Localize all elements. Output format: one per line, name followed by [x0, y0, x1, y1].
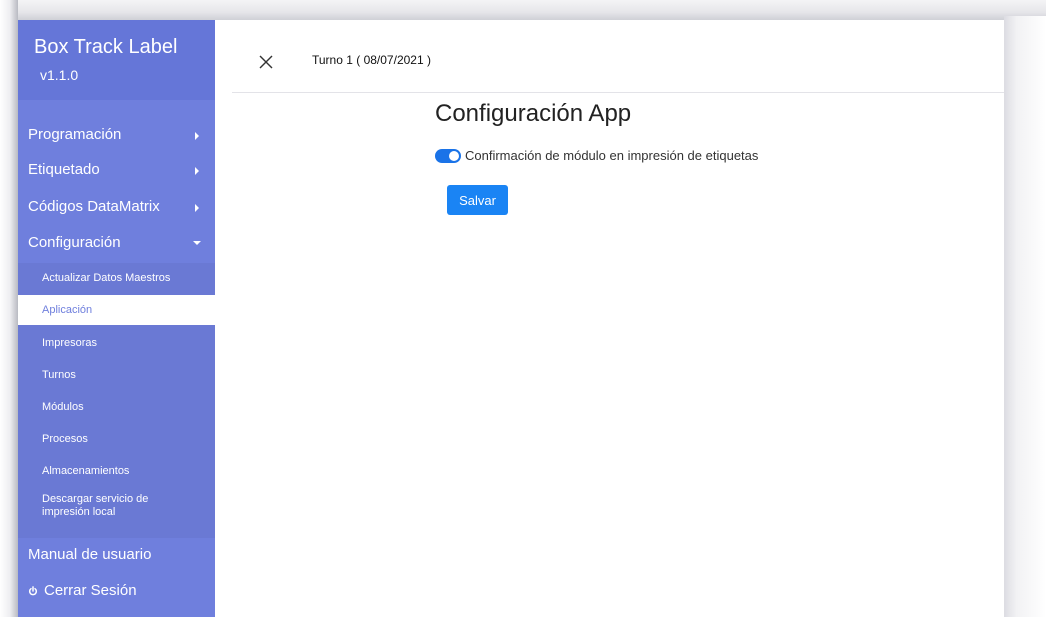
caret-right-icon: [195, 167, 199, 175]
sidebar-item-programacion[interactable]: Programación: [18, 118, 215, 152]
sidebar-item-logout[interactable]: Cerrar Sesión: [18, 574, 215, 608]
sidebar-item-label: Cerrar Sesión: [44, 582, 137, 599]
caret-right-icon: [195, 204, 199, 212]
submenu-item-descargar-servicio[interactable]: Descargar servicio de impresión local: [18, 490, 215, 530]
app-version: v1.1.0: [40, 67, 79, 83]
submenu-item-label: Actualizar Datos Maestros: [42, 272, 171, 284]
submenu-item-modulos[interactable]: Módulos: [18, 392, 215, 422]
submenu-item-actualizar-datos-maestros[interactable]: Actualizar Datos Maestros: [18, 263, 215, 293]
caret-right-icon: [195, 132, 199, 140]
main-content: Turno 1 ( 08/07/2021 ) Configuración App…: [215, 20, 1004, 617]
submenu-item-label-line2: impresión local: [42, 506, 116, 518]
sidebar-item-label: Códigos DataMatrix: [28, 198, 160, 215]
submenu-item-impresoras[interactable]: Impresoras: [18, 328, 215, 358]
page-title: Configuración App: [435, 100, 632, 127]
submenu-item-almacenamientos[interactable]: Almacenamientos: [18, 456, 215, 486]
caret-down-icon: [193, 241, 201, 245]
submenu-item-label: Procesos: [42, 433, 88, 445]
submenu-item-label: Aplicación: [42, 304, 93, 316]
sidebar-item-label: Programación: [28, 126, 122, 143]
submenu-item-label-line1: Descargar servicio de: [42, 493, 149, 505]
submenu-item-turnos[interactable]: Turnos: [18, 360, 215, 390]
power-icon: [28, 586, 38, 596]
submenu-item-procesos[interactable]: Procesos: [18, 424, 215, 454]
sidebar-item-label: Configuración: [28, 234, 121, 251]
app-title: Box Track Label: [34, 36, 178, 58]
sidebar-item-manual[interactable]: Manual de usuario: [18, 538, 215, 572]
window-frame-right: [1004, 16, 1046, 617]
brand: Box Track Label v1.1.0: [18, 20, 215, 100]
submenu-item-label: Almacenamientos: [42, 465, 130, 477]
sidebar-item-label: Manual de usuario: [28, 546, 152, 563]
sidebar-item-etiquetado[interactable]: Etiquetado: [18, 153, 215, 187]
toggle-label: Confirmación de módulo en impresión de e…: [465, 148, 759, 163]
sidebar: Box Track Label v1.1.0 Programación Etiq…: [18, 20, 215, 617]
save-button[interactable]: Salvar: [447, 185, 508, 215]
submenu-item-aplicacion[interactable]: Aplicación: [18, 295, 215, 325]
window-frame-left: [0, 0, 18, 617]
submenu-item-label: Turnos: [42, 369, 76, 381]
sidebar-item-label: Etiquetado: [28, 161, 100, 178]
submenu-item-label: Módulos: [42, 401, 84, 413]
top-bar: Turno 1 ( 08/07/2021 ): [232, 20, 1004, 93]
window-frame-top: [0, 0, 1046, 20]
toggle-knob: [449, 151, 459, 161]
submenu-item-label: Impresoras: [42, 337, 98, 349]
sidebar-item-codigos-datamatrix[interactable]: Códigos DataMatrix: [18, 190, 215, 224]
close-icon[interactable]: [259, 55, 273, 69]
sidebar-item-configuracion[interactable]: Configuración: [18, 226, 215, 260]
module-confirmation-toggle[interactable]: [435, 149, 461, 163]
current-shift-label: Turno 1 ( 08/07/2021 ): [312, 53, 431, 67]
configuracion-submenu: Actualizar Datos Maestros Aplicación Imp…: [18, 263, 215, 538]
